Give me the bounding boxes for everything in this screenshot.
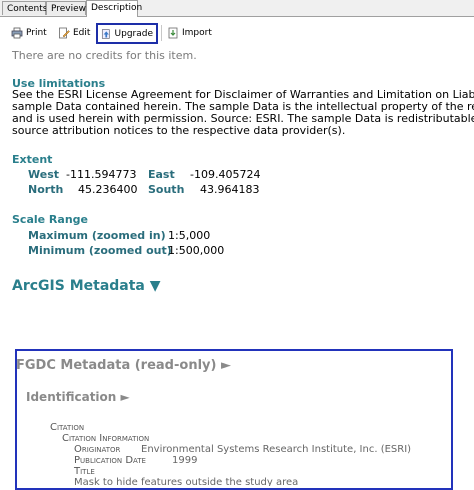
use-limitations-line: source attribution notices to the respec… — [12, 124, 346, 137]
arcgis-metadata-toggle[interactable]: ArcGIS Metadata ▼ — [12, 278, 161, 294]
credits-text: There are no credits for this item. — [12, 49, 197, 62]
extent-south-value: 43.964183 — [200, 183, 260, 196]
fgdc-metadata-title: FGDC Metadata (read-only) — [16, 358, 217, 373]
scale-max-value: 1:5,000 — [168, 229, 211, 242]
tab-bar: Contents Preview Description — [0, 0, 474, 17]
toolbar: Print Edit Upgrade Import — [0, 17, 474, 47]
scale-min-label: Minimum (zoomed out) — [28, 244, 172, 257]
extent-east-label: East — [148, 168, 175, 181]
upgrade-icon — [101, 28, 110, 39]
identification-toggle[interactable]: Identification ► — [26, 391, 130, 404]
arcgis-metadata-title: ArcGIS Metadata — [12, 278, 145, 294]
fgdc-metadata-toggle[interactable]: FGDC Metadata (read-only) ► — [16, 359, 231, 372]
scale-min-value: 1:500,000 — [168, 244, 225, 257]
extent-south-label: South — [148, 183, 185, 196]
print-label: Print — [26, 28, 47, 38]
description-content: There are no credits for this item. Use … — [12, 47, 474, 490]
edit-icon — [59, 27, 70, 39]
toolbar-separator — [161, 25, 162, 41]
fgdc-metadata-panel: FGDC Metadata (read-only) ► Identificati… — [15, 349, 453, 490]
upgrade-button[interactable]: Upgrade — [96, 23, 158, 44]
upgrade-label: Upgrade — [114, 28, 153, 39]
extent-north-label: North — [28, 183, 64, 196]
edit-button[interactable]: Edit — [55, 24, 93, 42]
scale-range-heading: Scale Range — [12, 213, 88, 226]
publication-date-value: 1999 — [172, 455, 198, 466]
tab-contents[interactable]: Contents — [2, 1, 47, 15]
import-button[interactable]: Import — [164, 24, 215, 42]
tab-description[interactable]: Description — [86, 0, 142, 17]
import-label: Import — [182, 28, 212, 38]
collapse-arrow-icon: ► — [220, 358, 231, 373]
extent-north-value: 45.236400 — [78, 183, 138, 196]
collapse-arrow-icon: ► — [120, 390, 130, 404]
expand-arrow-icon: ▼ — [149, 278, 161, 294]
extent-west-label: West — [28, 168, 60, 181]
extent-west-value: -111.594773 — [66, 168, 137, 181]
printer-icon — [11, 27, 23, 39]
extent-heading: Extent — [12, 153, 53, 166]
scale-max-label: Maximum (zoomed in) — [28, 229, 166, 242]
import-icon — [168, 27, 178, 39]
identification-title: Identification — [26, 390, 117, 404]
edit-label: Edit — [73, 28, 91, 38]
extent-east-value: -109.405724 — [190, 168, 261, 181]
tab-preview[interactable]: Preview — [46, 1, 86, 15]
title-value: Mask to hide features outside the study … — [74, 477, 299, 486]
print-button[interactable]: Print — [8, 24, 50, 42]
